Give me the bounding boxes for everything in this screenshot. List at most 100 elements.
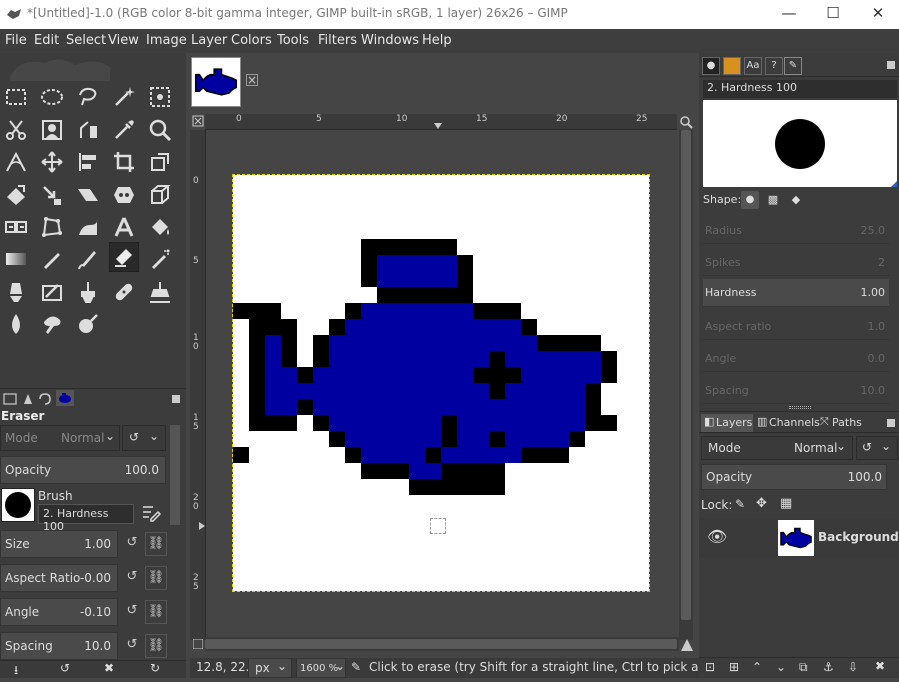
configure-tab-icon[interactable] (170, 393, 182, 405)
close-button[interactable]: ✕ (856, 2, 899, 26)
unified-transform-icon[interactable] (145, 147, 175, 177)
perspective-icon[interactable] (37, 212, 67, 242)
fonts-tab-icon[interactable]: Aa (744, 57, 762, 75)
layer-mode-reset[interactable]: ↺ ⌄ (856, 436, 898, 460)
help-tab-icon[interactable]: ? (765, 57, 783, 75)
link-angle-icon[interactable]: ⛓ (145, 600, 167, 624)
horizontal-ruler[interactable]: 0 5 10 15 20 25 (192, 114, 677, 130)
tab-channels[interactable]: ▥ Channels (755, 414, 820, 432)
angle-slider[interactable]: Angle -0.10 (0, 598, 118, 626)
lock-alpha-icon[interactable]: ▦ (780, 496, 792, 511)
foreground-select-icon[interactable] (37, 115, 67, 145)
menu-help[interactable]: Help (422, 33, 452, 48)
menu-layer[interactable]: Layer (191, 33, 227, 48)
minimize-button[interactable]: — (767, 2, 811, 26)
free-select-icon[interactable] (73, 82, 103, 112)
delete-options-icon[interactable]: ✖ (104, 661, 114, 675)
eye-visibility-icon[interactable]: 👁 (707, 527, 727, 546)
shear-icon[interactable] (73, 180, 103, 210)
new-layer-group-icon[interactable]: ⊞ (729, 660, 739, 674)
reset-angle-icon[interactable]: ↺ (121, 600, 143, 624)
reset-aspect-icon[interactable]: ↺ (121, 566, 143, 590)
merge-layer-icon[interactable]: ⇩ (848, 660, 858, 674)
menu-tools[interactable]: Tools (277, 33, 309, 48)
fuzzy-select-icon[interactable] (109, 82, 139, 112)
eraser-icon[interactable] (109, 242, 139, 272)
spacing-brush-slider[interactable]: Spacing 10.0 (703, 376, 889, 404)
tab-paths[interactable]: ⤧ Paths (820, 414, 870, 432)
blur-icon[interactable] (1, 309, 31, 339)
cage-transform-icon[interactable] (109, 180, 139, 210)
color-picker-icon[interactable] (109, 115, 139, 145)
size-slider[interactable]: Size 1.00 (0, 530, 118, 558)
reset-options-icon[interactable]: ↻ (150, 661, 160, 675)
toggle-quick-mask-icon[interactable] (193, 639, 203, 649)
crop-icon[interactable] (109, 147, 139, 177)
menu-edit[interactable]: Edit (34, 33, 59, 48)
heal-icon[interactable] (109, 277, 139, 307)
smudge-icon[interactable] (37, 309, 67, 339)
paths-icon[interactable] (73, 115, 103, 145)
menu-colors[interactable]: Colors (231, 33, 272, 48)
unit-select[interactable]: px ⌄ (248, 658, 292, 678)
brushes-tab-icon[interactable]: ● (702, 57, 720, 75)
rect-select-icon[interactable] (1, 82, 31, 112)
anchor-layer-icon[interactable]: ⚓ (823, 660, 834, 674)
menu-select[interactable]: Select (66, 33, 106, 48)
menu-filters[interactable]: Filters (318, 33, 357, 48)
mypaint-brush-icon[interactable] (37, 277, 67, 307)
handle-transform-icon[interactable] (37, 180, 67, 210)
select-by-color-icon[interactable] (145, 82, 175, 112)
delete-layer-icon[interactable]: ✖ (875, 659, 885, 673)
patterns-tab-icon[interactable] (723, 57, 741, 75)
paintbrush-icon[interactable] (73, 244, 103, 274)
measure-icon[interactable] (1, 147, 31, 177)
tool-options-scrollbar[interactable] (170, 425, 180, 525)
brush-preview[interactable] (1, 488, 35, 522)
bucket-fill-icon[interactable] (145, 212, 175, 242)
flip-icon[interactable] (1, 212, 31, 242)
lower-layer-icon[interactable]: ⌄ (776, 660, 786, 674)
save-options-icon[interactable]: ⭳ (14, 661, 18, 682)
aspect-ratio-brush-slider[interactable]: Aspect ratio 1.0 (703, 312, 889, 340)
brush-name-field[interactable]: 2. Hardness 100 (38, 504, 134, 533)
maximize-button[interactable]: ☐ (811, 2, 855, 26)
lock-position-icon[interactable]: ✥ (756, 496, 767, 511)
link-spacing-icon[interactable]: ⛓ (145, 634, 167, 658)
tool-options-tab-icon[interactable] (3, 392, 17, 406)
menu-file[interactable]: File (5, 33, 27, 48)
3d-transform-icon[interactable] (145, 180, 175, 210)
link-size-icon[interactable]: ⛓ (145, 532, 167, 556)
smudge-shape-icon[interactable] (73, 212, 103, 242)
new-layer-icon[interactable]: ⊡ (705, 660, 715, 674)
ink-icon[interactable] (1, 277, 31, 307)
ellipse-select-icon[interactable] (37, 82, 67, 112)
quick-mask-origin-icon[interactable] (192, 115, 204, 127)
angle-brush-slider[interactable]: Angle 0.0 (703, 344, 889, 372)
edit-brush-icon[interactable] (141, 503, 161, 523)
shape-circle-icon[interactable]: ● (741, 191, 759, 209)
lock-pixels-icon[interactable]: ✎ (735, 497, 745, 511)
undo-history-tab-icon[interactable] (38, 392, 52, 406)
dodge-burn-icon[interactable] (73, 309, 103, 339)
hardness-slider[interactable]: Hardness 1.00 (703, 279, 889, 307)
zoom-icon[interactable] (145, 115, 175, 145)
image-tab-thumbnail[interactable] (191, 57, 241, 107)
pane-resize-handle[interactable] (789, 406, 811, 409)
configure-dock-icon[interactable] (885, 59, 897, 71)
move-icon[interactable] (37, 147, 67, 177)
horizontal-scrollbar[interactable] (205, 637, 679, 651)
text-icon[interactable] (109, 212, 139, 242)
reset-spacing-icon[interactable]: ↺ (121, 634, 143, 658)
shape-square-icon[interactable]: ▩ (764, 191, 782, 209)
configure-layers-icon[interactable] (885, 417, 897, 429)
gradient-icon[interactable] (1, 244, 31, 274)
brush-name-header[interactable]: 2. Hardness 100 (703, 80, 897, 98)
spikes-slider[interactable]: Spikes 2 (703, 248, 889, 276)
pencil-icon[interactable] (37, 244, 67, 274)
duplicate-layer-icon[interactable]: ⧉ (799, 660, 808, 675)
mode-reset-button[interactable]: ↺ ⌄ (122, 425, 166, 451)
menu-view[interactable]: View (108, 33, 139, 48)
menu-windows[interactable]: Windows (361, 33, 419, 48)
zoom-image-icon[interactable] (679, 115, 693, 129)
